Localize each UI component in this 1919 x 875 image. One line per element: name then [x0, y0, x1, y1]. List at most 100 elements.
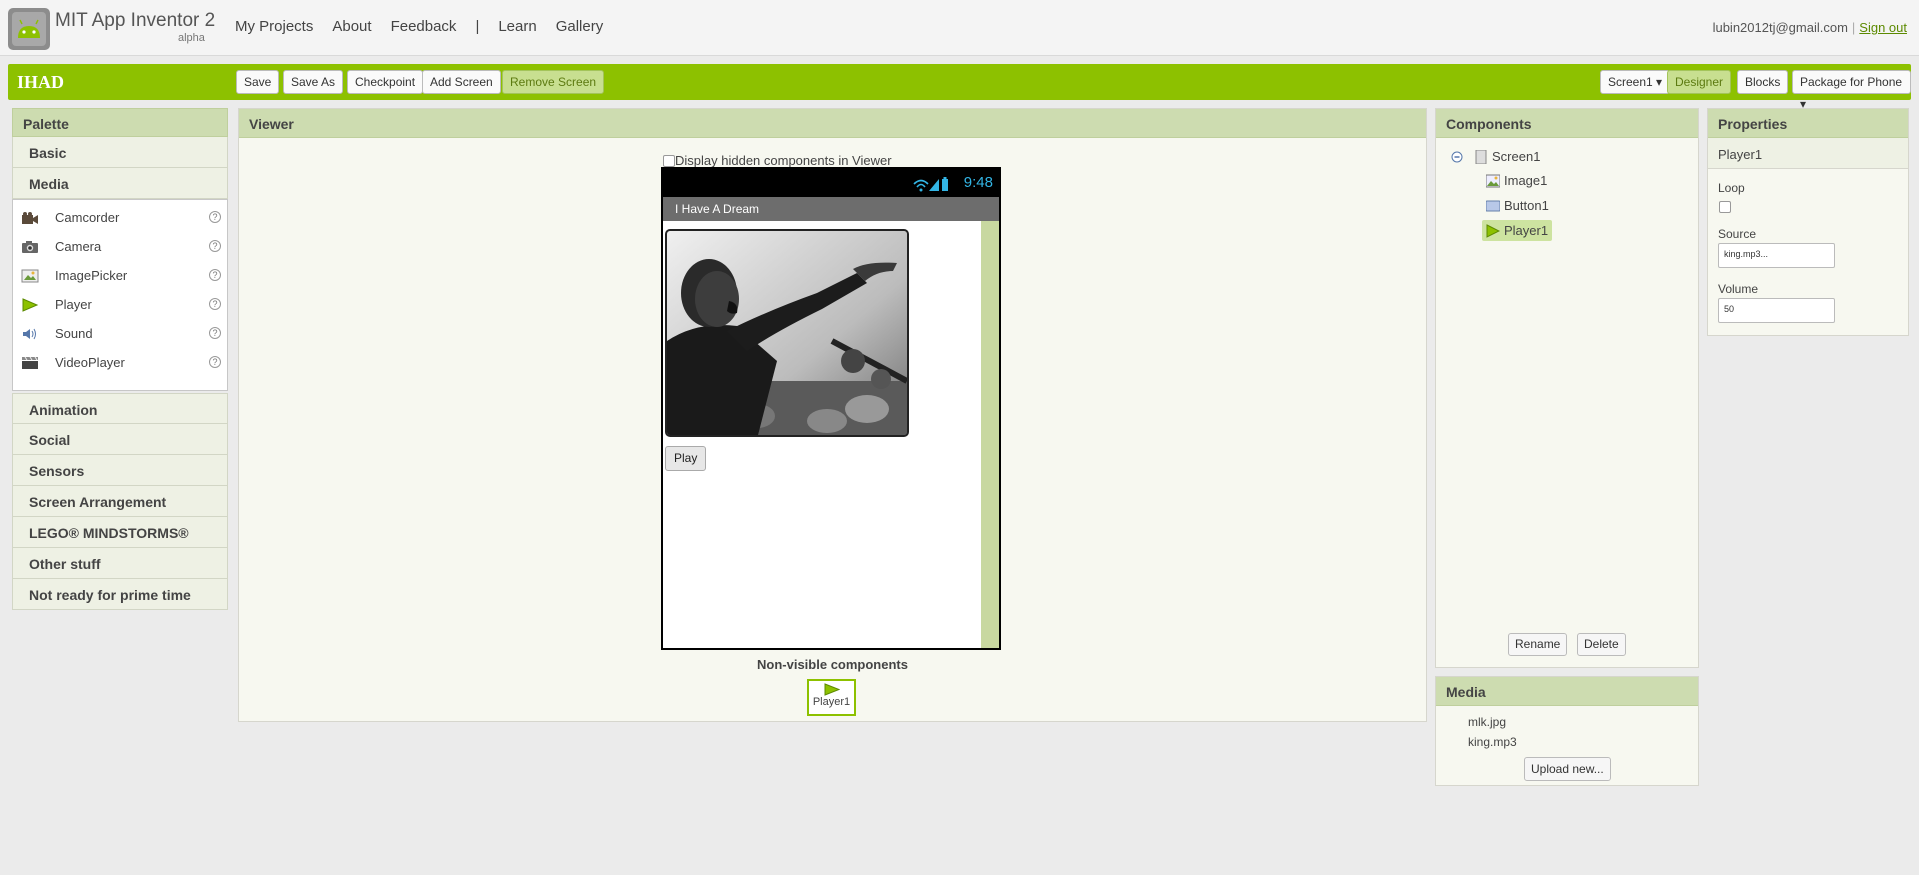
save-as-button[interactable]: Save As [283, 70, 344, 94]
screen-icon [1475, 149, 1487, 164]
phone-status-bar: 9:48 [663, 169, 999, 197]
project-name: IHAD [17, 72, 65, 92]
display-hidden-toggle[interactable]: Display hidden components in Viewer [663, 153, 892, 168]
screen-title-bar: I Have A Dream [663, 197, 999, 221]
media-component-list: Camcorder ? Camera ? ImagePicker ? Playe… [12, 199, 228, 391]
speaker-photo-image [667, 231, 907, 435]
display-hidden-label: Display hidden components in Viewer [675, 153, 892, 168]
media-header: Media [1436, 677, 1698, 706]
help-icon[interactable]: ? [209, 327, 221, 339]
image-icon [1486, 174, 1500, 187]
palette-item-label: Player [55, 297, 92, 312]
palette-category-media[interactable]: Media [12, 168, 228, 199]
nav-my-projects[interactable]: My Projects [235, 18, 313, 35]
help-icon[interactable]: ? [209, 269, 221, 281]
package-for-phone-dropdown[interactable]: Package for Phone ▾ [1792, 70, 1911, 111]
designer-button[interactable]: Designer [1667, 70, 1732, 94]
image1-photo[interactable] [665, 229, 909, 437]
help-icon[interactable]: ? [209, 298, 221, 310]
volume-label: Volume [1718, 282, 1759, 296]
collapse-icon[interactable] [1450, 150, 1464, 164]
app-inventor-logo-icon [8, 8, 50, 50]
checkpoint-button[interactable]: Checkpoint [347, 70, 424, 94]
phone-preview: 9:48 I Have A Dream Play [661, 167, 1001, 650]
sign-out-link[interactable]: Sign out [1859, 20, 1907, 35]
palette-item-label: Camcorder [55, 210, 120, 225]
nav-feedback[interactable]: Feedback [391, 18, 457, 35]
nav-about[interactable]: About [332, 18, 371, 35]
tree-item-screen1[interactable]: Screen1 [1450, 149, 1540, 164]
help-icon[interactable]: ? [209, 356, 221, 368]
upload-new-button[interactable]: Upload new... [1524, 757, 1611, 781]
display-hidden-checkbox[interactable] [663, 154, 675, 167]
tree-item-player1[interactable]: Player1 [1482, 220, 1553, 241]
tree-label: Button1 [1504, 198, 1549, 213]
palette-header: Palette [12, 108, 228, 137]
media-file-item[interactable]: king.mp3 [1468, 735, 1517, 749]
palette-category-animation[interactable]: Animation [12, 393, 228, 424]
play-button[interactable]: Play [665, 446, 707, 471]
palette-item-label: Camera [55, 239, 102, 254]
nonvisible-player1-label: Player1 [812, 696, 851, 708]
help-icon[interactable]: ? [209, 240, 221, 252]
palette-item-camera[interactable]: Camera ? [13, 232, 227, 261]
palette-category-basic[interactable]: Basic [12, 137, 228, 168]
rename-button[interactable]: Rename [1508, 633, 1568, 656]
media-file-item[interactable]: mlk.jpg [1468, 715, 1506, 729]
palette-category-sensors[interactable]: Sensors [12, 455, 228, 486]
project-toolbar: IHAD Save Save As Checkpoint Add Screen … [8, 64, 1911, 111]
palette-category-other-stuff[interactable]: Other stuff [12, 548, 228, 579]
volume-field[interactable]: 50 [1718, 298, 1835, 323]
palette-item-camcorder[interactable]: Camcorder ? [13, 203, 227, 232]
source-label: Source [1718, 227, 1757, 241]
screen-select-dropdown[interactable]: Screen1 ▾ [1600, 70, 1671, 94]
user-email: lubin2012tj@gmail.com [1712, 20, 1848, 35]
add-screen-button[interactable]: Add Screen [422, 70, 501, 94]
components-header: Components [1436, 109, 1698, 138]
nav-gallery[interactable]: Gallery [556, 18, 604, 35]
palette-category-social[interactable]: Social [12, 424, 228, 455]
remove-screen-button[interactable]: Remove Screen [502, 70, 605, 94]
tree-label: Player1 [1504, 223, 1549, 238]
tree-label: Image1 [1504, 173, 1548, 188]
viewer-header: Viewer [239, 109, 1426, 138]
save-button[interactable]: Save [236, 70, 280, 94]
user-separator: | [1851, 20, 1856, 35]
top-header: MIT App Inventor 2 alpha My Projects Abo… [0, 0, 1919, 56]
properties-panel: Properties Player1 Loop Source king.mp3.… [1707, 108, 1909, 336]
user-box: lubin2012tj@gmail.com | Sign out [1713, 20, 1907, 35]
phone-scrollbar[interactable] [981, 221, 999, 648]
palette-category-lego-mindstorms[interactable]: LEGO® MINDSTORMS® [12, 517, 228, 548]
delete-button[interactable]: Delete [1577, 633, 1626, 656]
camera-icon [21, 239, 39, 255]
nonvisible-components-title: Non-visible components [757, 657, 908, 672]
sound-icon [21, 326, 39, 342]
player-icon [824, 683, 840, 696]
media-panel: Media mlk.jpg king.mp3 Upload new... [1435, 676, 1699, 786]
palette-item-videoplayer[interactable]: VideoPlayer ? [13, 348, 227, 377]
nav-learn[interactable]: Learn [498, 18, 536, 35]
imagepicker-icon [21, 268, 39, 284]
status-time: 9:48 [963, 174, 993, 191]
blocks-button[interactable]: Blocks [1737, 70, 1789, 94]
top-nav: My Projects About Feedback | Learn Galle… [235, 18, 622, 35]
source-field[interactable]: king.mp3... [1718, 243, 1835, 268]
tree-item-image1[interactable]: Image1 [1486, 173, 1547, 188]
palette-category-not-ready[interactable]: Not ready for prime time [12, 579, 228, 610]
button-icon [1486, 200, 1500, 211]
components-panel: Components Screen1 Image1 Button1 Player… [1435, 108, 1699, 668]
palette-category-screen-arrangement[interactable]: Screen Arrangement [12, 486, 228, 517]
player-icon [21, 297, 39, 313]
videoplayer-icon [21, 355, 39, 371]
properties-component-name: Player1 [1708, 138, 1908, 169]
palette-item-imagepicker[interactable]: ImagePicker ? [13, 261, 227, 290]
palette-item-sound[interactable]: Sound ? [13, 319, 227, 348]
nonvisible-player1[interactable]: Player1 [807, 679, 856, 716]
palette-item-player[interactable]: Player ? [13, 290, 227, 319]
tree-item-button1[interactable]: Button1 [1486, 198, 1549, 213]
help-icon[interactable]: ? [209, 211, 221, 223]
app-title: MIT App Inventor 2 [55, 10, 216, 31]
loop-checkbox[interactable] [1719, 201, 1731, 213]
camcorder-icon [21, 210, 39, 226]
palette-item-label: ImagePicker [55, 268, 128, 283]
